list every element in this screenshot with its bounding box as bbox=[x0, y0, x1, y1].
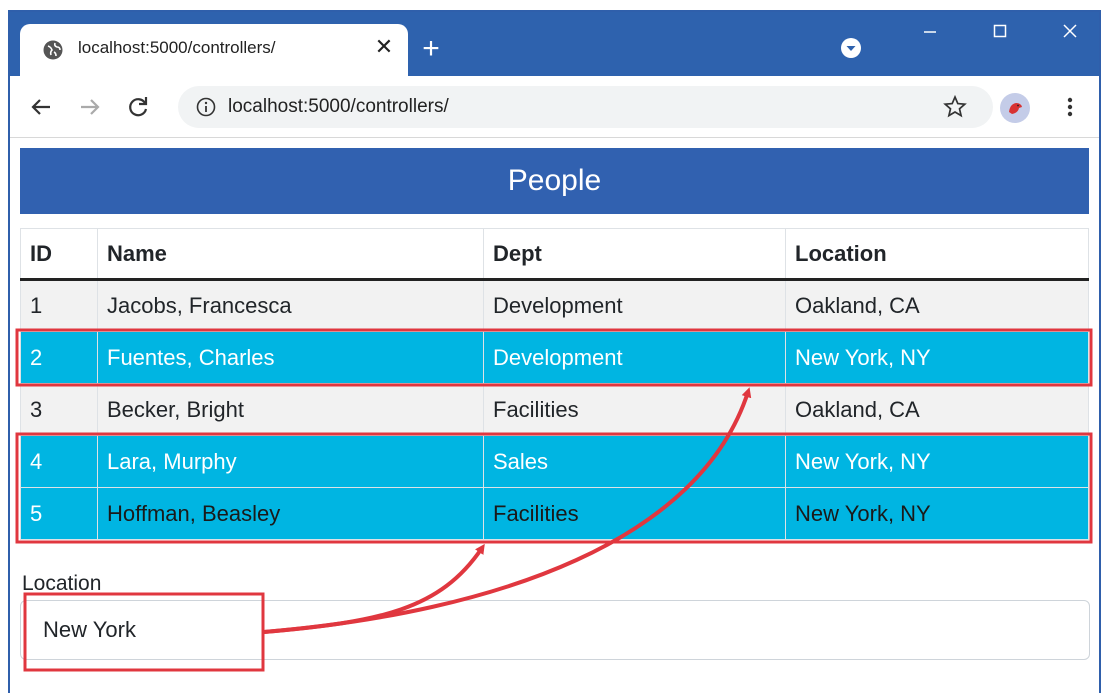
cell-location: New York, NY bbox=[785, 435, 1089, 488]
cell-dept: Development bbox=[483, 279, 786, 332]
location-input[interactable] bbox=[20, 600, 1090, 660]
page-title: People bbox=[20, 148, 1089, 214]
cell-id: 3 bbox=[20, 383, 98, 436]
close-window-button[interactable] bbox=[1035, 12, 1105, 52]
close-icon bbox=[1063, 24, 1077, 38]
column-header-dept: Dept bbox=[483, 228, 786, 281]
column-header-location: Location bbox=[785, 228, 1089, 281]
table-header-row: ID Name Dept Location bbox=[20, 228, 1089, 281]
reload-icon[interactable] bbox=[123, 92, 153, 122]
cell-id: 1 bbox=[20, 279, 98, 332]
cell-name: Lara, Murphy bbox=[97, 435, 484, 488]
back-arrow-icon[interactable] bbox=[26, 92, 56, 122]
bookmark-star-icon[interactable] bbox=[940, 92, 970, 122]
cell-dept: Sales bbox=[483, 435, 786, 488]
table-row: 1 Jacobs, Francesca Development Oakland,… bbox=[20, 279, 1089, 332]
table-row: 3 Becker, Bright Facilities Oakland, CA bbox=[20, 383, 1089, 436]
title-bar: localhost:5000/controllers/ ✕ + bbox=[10, 12, 1099, 76]
cell-name: Becker, Bright bbox=[97, 383, 484, 436]
browser-toolbar: localhost:5000/controllers/ bbox=[10, 76, 1099, 138]
cell-id: 2 bbox=[20, 331, 98, 384]
address-bar[interactable]: localhost:5000/controllers/ bbox=[178, 86, 993, 128]
cell-location: Oakland, CA bbox=[785, 383, 1089, 436]
forward-arrow-icon[interactable] bbox=[75, 92, 105, 122]
cell-id: 4 bbox=[20, 435, 98, 488]
maximize-icon bbox=[993, 24, 1007, 38]
cell-location: New York, NY bbox=[785, 487, 1089, 540]
browser-tab[interactable]: localhost:5000/controllers/ ✕ bbox=[20, 24, 408, 76]
location-label: Location bbox=[22, 572, 102, 595]
minimize-button[interactable] bbox=[895, 12, 965, 52]
info-icon[interactable] bbox=[196, 97, 216, 117]
cell-name: Fuentes, Charles bbox=[97, 331, 484, 384]
bird-icon bbox=[1009, 103, 1022, 114]
people-table: ID Name Dept Location 1 Jacobs, Francesc… bbox=[20, 228, 1089, 540]
new-tab-button[interactable]: + bbox=[415, 34, 447, 66]
profile-chevron-icon[interactable] bbox=[840, 37, 862, 59]
cell-id: 5 bbox=[20, 487, 98, 540]
globe-icon bbox=[43, 40, 63, 60]
minimize-icon bbox=[924, 31, 936, 33]
cell-dept: Facilities bbox=[483, 487, 786, 540]
cell-name: Jacobs, Francesca bbox=[97, 279, 484, 332]
tab-close-button[interactable]: ✕ bbox=[370, 33, 398, 61]
cell-dept: Development bbox=[483, 331, 786, 384]
browser-window: localhost:5000/controllers/ ✕ + localhos… bbox=[8, 10, 1101, 693]
profile-avatar[interactable] bbox=[1000, 93, 1030, 123]
tab-title: localhost:5000/controllers/ bbox=[78, 38, 276, 57]
cell-dept: Facilities bbox=[483, 383, 786, 436]
column-header-id: ID bbox=[20, 228, 98, 281]
maximize-button[interactable] bbox=[965, 12, 1035, 52]
column-header-name: Name bbox=[97, 228, 484, 281]
more-menu-icon[interactable] bbox=[1060, 92, 1080, 122]
address-url: localhost:5000/controllers/ bbox=[228, 96, 449, 117]
table-row: 4 Lara, Murphy Sales New York, NY bbox=[20, 435, 1089, 488]
table-row: 2 Fuentes, Charles Development New York,… bbox=[20, 331, 1089, 384]
cell-location: New York, NY bbox=[785, 331, 1089, 384]
table-row: 5 Hoffman, Beasley Facilities New York, … bbox=[20, 487, 1089, 540]
cell-location: Oakland, CA bbox=[785, 279, 1089, 332]
cell-name: Hoffman, Beasley bbox=[97, 487, 484, 540]
